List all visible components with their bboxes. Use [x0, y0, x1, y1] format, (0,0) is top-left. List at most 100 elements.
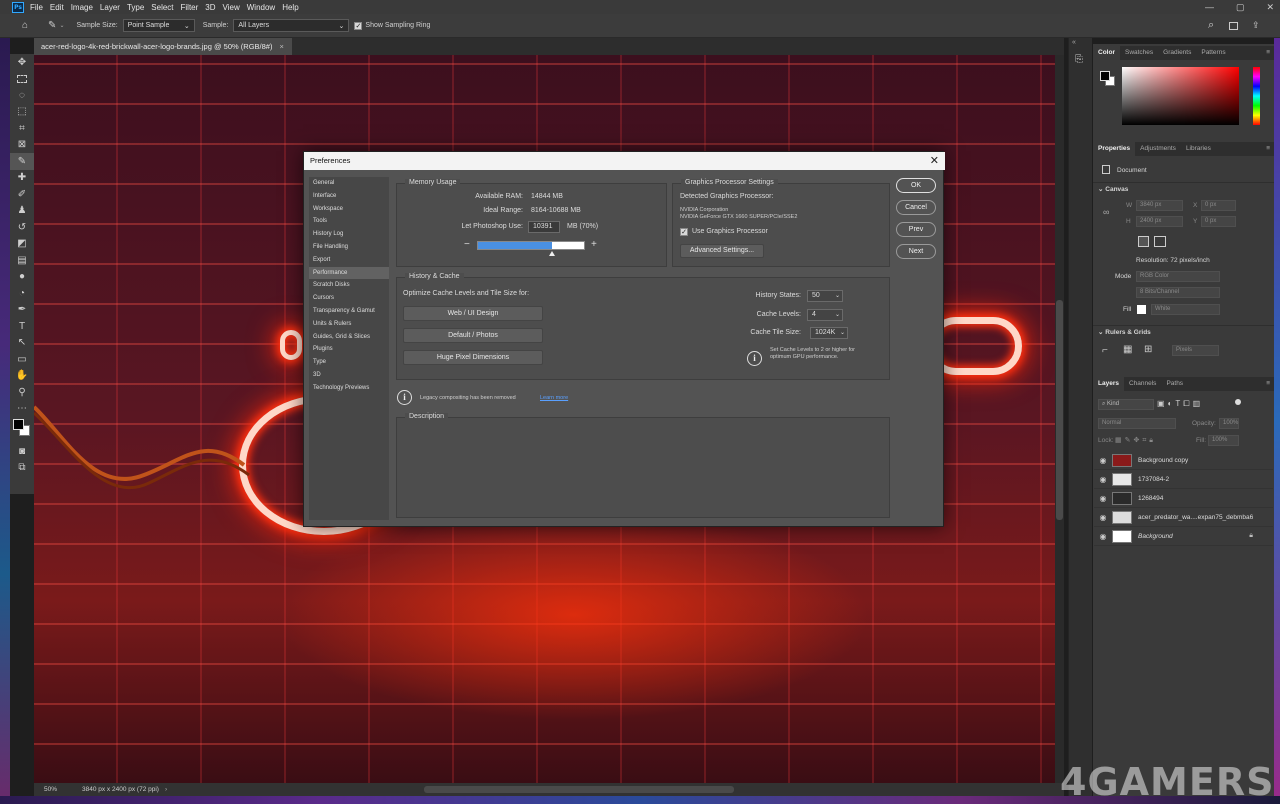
menu-view[interactable]: View — [223, 3, 240, 12]
nav-cursors[interactable]: Cursors — [309, 292, 389, 305]
memory-increase-icon[interactable]: + — [591, 239, 597, 250]
path-selection-tool-icon[interactable]: ↖ — [10, 335, 34, 352]
panel-menu-icon[interactable]: ≡ — [1261, 46, 1274, 60]
tab-channels[interactable]: Channels — [1124, 377, 1161, 391]
visibility-eye-icon[interactable]: ◉ — [1094, 475, 1112, 484]
landscape-orientation-icon[interactable] — [1154, 236, 1166, 247]
menu-filter[interactable]: Filter — [181, 3, 199, 12]
tab-layers[interactable]: Layers — [1093, 377, 1124, 391]
filter-toggle-icon[interactable] — [1235, 399, 1241, 405]
visibility-eye-icon[interactable]: ◉ — [1094, 456, 1112, 465]
history-panel-icon[interactable]: ⎘ — [1075, 54, 1083, 65]
layer-row[interactable]: ◉ acer_predator_wa....expan75_debmba6 — [1094, 508, 1273, 527]
layer-name[interactable]: acer_predator_wa....expan75_debmba6 — [1138, 514, 1253, 521]
scrollbar-thumb[interactable] — [1056, 300, 1063, 520]
nav-guides-grid-slices[interactable]: Guides, Grid & Slices — [309, 331, 389, 344]
eyedropper-tool-icon[interactable]: ✎ — [10, 153, 34, 170]
share-icon[interactable]: ⇪ — [1252, 20, 1260, 31]
memory-slider-thumb[interactable] — [549, 251, 556, 256]
nav-file-handling[interactable]: File Handling — [309, 241, 389, 254]
rulers-icon[interactable]: ⌐ — [1102, 345, 1108, 356]
memory-decrease-icon[interactable]: − — [464, 239, 470, 250]
type-tool-icon[interactable]: T — [10, 318, 34, 335]
tab-adjustments[interactable]: Adjustments — [1135, 142, 1181, 156]
layer-filter-icons[interactable]: ▣◐T⧠▥ — [1157, 399, 1203, 409]
tab-properties[interactable]: Properties — [1093, 142, 1136, 156]
huge-pixel-dimensions-button[interactable]: Huge Pixel Dimensions — [403, 350, 543, 365]
layer-name[interactable]: Background — [1138, 533, 1173, 540]
maximize-button[interactable]: ▢ — [1236, 0, 1245, 14]
eraser-tool-icon[interactable]: ◩ — [10, 236, 34, 253]
fill-field[interactable]: White — [1151, 304, 1220, 315]
close-window-button[interactable]: ✕ — [1266, 0, 1274, 14]
nav-performance[interactable]: Performance — [309, 266, 389, 280]
document-tab[interactable]: acer-red-logo-4k-red-brickwall-acer-logo… — [34, 38, 292, 55]
nav-type[interactable]: Type — [309, 356, 389, 369]
opacity-field[interactable]: 100% — [1219, 418, 1239, 429]
object-selection-tool-icon[interactable]: ⬚ — [10, 104, 34, 121]
height-field[interactable]: 2400 px — [1136, 216, 1183, 227]
sample-select[interactable]: All Layers ⌄ — [233, 19, 350, 32]
foreground-color-swatch[interactable] — [13, 419, 24, 430]
menu-window[interactable]: Window — [247, 3, 275, 12]
next-button[interactable]: Next — [896, 244, 936, 259]
marquee-tool-icon[interactable] — [10, 71, 34, 88]
quick-mask-icon[interactable]: ◙ — [10, 443, 34, 460]
lasso-tool-icon[interactable]: ◌ — [10, 87, 34, 104]
visibility-eye-icon[interactable]: ◉ — [1094, 513, 1112, 522]
nav-tools[interactable]: Tools — [309, 215, 389, 228]
canvas-horizontal-scrollbar[interactable] — [424, 786, 734, 793]
nav-scratch-disks[interactable]: Scratch Disks — [309, 279, 389, 292]
mode-field[interactable]: RGB Color — [1136, 271, 1220, 282]
nav-technology-previews[interactable]: Technology Previews — [309, 382, 389, 395]
canvas-section-title[interactable]: ⌄ Canvas — [1098, 185, 1128, 193]
layer-name[interactable]: 1737084-2 — [1138, 476, 1169, 483]
lock-icons[interactable]: ▦✎✥⌗🔒︎ — [1115, 436, 1156, 445]
crop-tool-icon[interactable]: ⌗ — [10, 120, 34, 137]
nav-export[interactable]: Export — [309, 254, 389, 267]
grid-icon[interactable]: ▦ — [1123, 344, 1132, 355]
width-field[interactable]: 3840 px — [1136, 200, 1183, 211]
menu-edit[interactable]: Edit — [50, 3, 64, 12]
clone-stamp-tool-icon[interactable]: ♟ — [10, 203, 34, 220]
fill-color-swatch[interactable] — [1137, 305, 1146, 314]
blur-tool-icon[interactable]: ● — [10, 269, 34, 286]
layer-kind-filter[interactable]: ⌕ Kind — [1098, 399, 1154, 410]
menu-help[interactable]: Help — [282, 3, 298, 12]
dialog-close-button[interactable]: ✕ — [930, 152, 939, 170]
menu-type[interactable]: Type — [127, 3, 144, 12]
menu-layer[interactable]: Layer — [100, 3, 120, 12]
x-field[interactable]: 0 px — [1201, 200, 1236, 211]
memory-value-input[interactable]: 10391 — [528, 221, 560, 233]
nav-workspace[interactable]: Workspace — [309, 203, 389, 216]
memory-slider[interactable] — [477, 241, 585, 256]
blend-mode-select[interactable]: Normal — [1098, 418, 1176, 429]
nav-history-log[interactable]: History Log — [309, 228, 389, 241]
layer-name[interactable]: Background copy — [1138, 457, 1188, 464]
learn-more-link[interactable]: Learn more — [540, 395, 568, 401]
tab-libraries[interactable]: Libraries — [1181, 142, 1216, 156]
home-icon[interactable]: ⌂ — [22, 20, 28, 31]
tab-paths[interactable]: Paths — [1161, 377, 1188, 391]
ok-button[interactable]: OK — [896, 178, 936, 193]
nav-general[interactable]: General — [309, 177, 389, 190]
bits-field[interactable]: 8 Bits/Channel — [1136, 287, 1220, 298]
prev-button[interactable]: Prev — [896, 222, 936, 237]
brush-tool-icon[interactable]: ✐ — [10, 186, 34, 203]
menu-file[interactable]: File — [30, 3, 43, 12]
nav-3d[interactable]: 3D — [309, 369, 389, 382]
sample-size-select[interactable]: Point Sample ⌄ — [122, 19, 195, 32]
color-fg-swatch[interactable] — [1100, 71, 1110, 81]
history-brush-tool-icon[interactable]: ↺ — [10, 219, 34, 236]
tool-preset-chevron-icon[interactable]: ⌄ — [59, 22, 64, 29]
pen-tool-icon[interactable]: ✒ — [10, 302, 34, 319]
history-states-select[interactable]: 50 ⌄ — [807, 290, 843, 302]
collapse-panels-icon[interactable]: « — [1072, 39, 1076, 46]
cancel-button[interactable]: Cancel — [896, 200, 936, 215]
edit-toolbar-icon[interactable]: ⋯ — [10, 401, 34, 418]
screen-mode-icon[interactable]: ⧉ — [10, 460, 34, 477]
zoom-level[interactable]: 50% — [44, 786, 74, 793]
rulers-unit-field[interactable]: Pixels — [1172, 345, 1219, 356]
color-picker-field[interactable] — [1122, 67, 1239, 125]
tab-color[interactable]: Color — [1093, 46, 1120, 60]
